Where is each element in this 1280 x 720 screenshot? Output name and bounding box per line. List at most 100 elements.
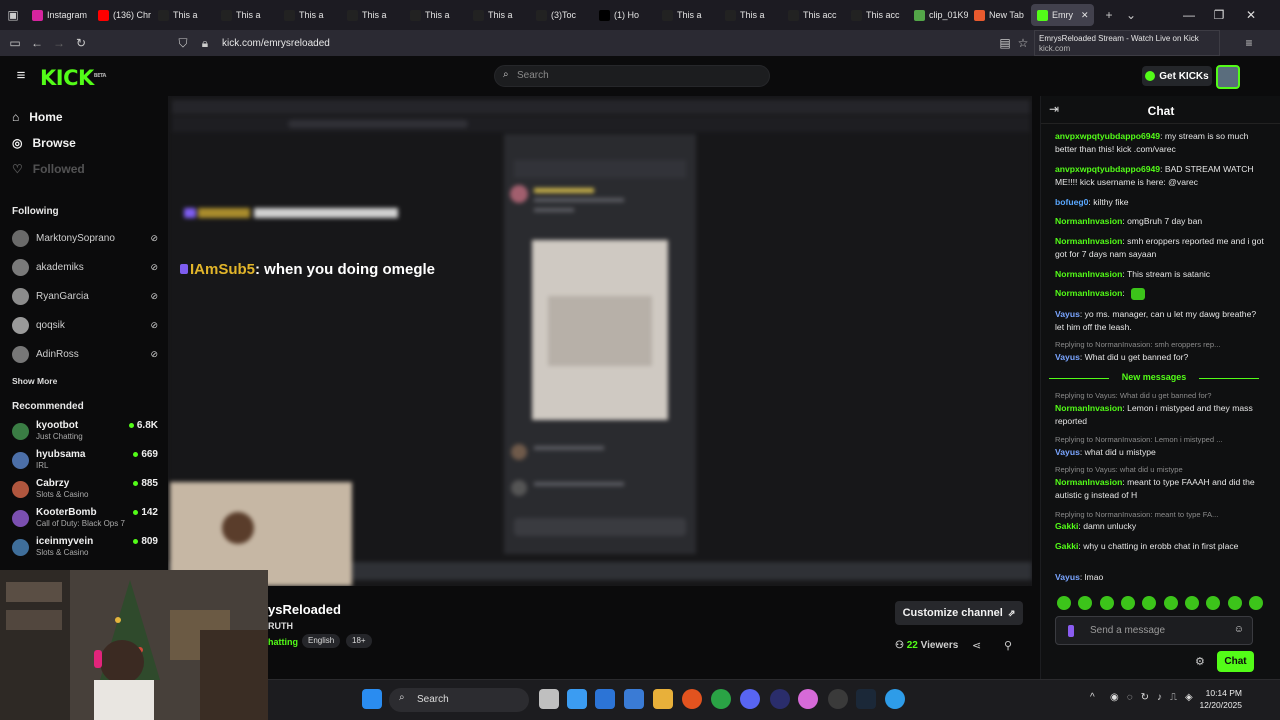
- browser-tab[interactable]: (136) Chr: [92, 0, 152, 30]
- app-icon[interactable]: [624, 689, 644, 709]
- maximize-icon[interactable]: ❐: [1204, 0, 1234, 30]
- kick-logo[interactable]: KICKBETA: [40, 66, 106, 90]
- chat-message[interactable]: Vayus: lmao: [1055, 571, 1267, 584]
- send-chat-button[interactable]: Chat: [1217, 651, 1254, 672]
- browser-tab[interactable]: This a: [467, 0, 530, 30]
- browser-tab[interactable]: This a: [215, 0, 278, 30]
- hamburger-menu-icon[interactable]: ≡: [10, 67, 32, 84]
- copilot-icon[interactable]: [567, 689, 587, 709]
- task-view-icon[interactable]: [539, 689, 559, 709]
- browser-tab[interactable]: Emry ✕: [1031, 4, 1094, 26]
- chat-username[interactable]: NormanInvasion: [1055, 216, 1122, 226]
- chat-reply-context[interactable]: Replying to NormanInvasion: Lemon i mist…: [1055, 435, 1267, 444]
- following-channel[interactable]: MarktonySoprano ⊘: [12, 229, 158, 247]
- tray-chevron-icon[interactable]: ^: [1090, 692, 1095, 703]
- chat-username[interactable]: anvpxwpqtyubdappo6949: [1055, 164, 1160, 174]
- chat-message[interactable]: NormanInvasion: omgBruh 7 day ban: [1055, 215, 1267, 228]
- browser-tab[interactable]: (3)Toc: [530, 0, 593, 30]
- chat-settings-icon[interactable]: ⚙: [1195, 655, 1205, 668]
- xbox-icon[interactable]: [711, 689, 731, 709]
- chat-username[interactable]: Vayus: [1055, 447, 1080, 457]
- app-circle-icon[interactable]: [770, 689, 790, 709]
- close-window-icon[interactable]: ✕: [1236, 0, 1266, 30]
- chat-username[interactable]: NormanInvasion: [1055, 477, 1122, 487]
- browser-tab[interactable]: This acc: [782, 0, 845, 30]
- chat-message[interactable]: Vayus: yo ms. manager, can u let my dawg…: [1055, 308, 1267, 333]
- chat-message[interactable]: anvpxwpqtyubdappo6949: my stream is so m…: [1055, 130, 1267, 155]
- browser-tab[interactable]: This a: [278, 0, 341, 30]
- chat-username[interactable]: Vayus: [1055, 309, 1080, 319]
- chat-message[interactable]: bofueg0: kilthy fike: [1055, 196, 1267, 209]
- chat-username[interactable]: NormanInvasion: [1055, 288, 1122, 298]
- chat-username[interactable]: NormanInvasion: [1055, 269, 1122, 279]
- back-icon[interactable]: ←: [26, 36, 48, 50]
- reload-icon[interactable]: ↻: [70, 36, 92, 50]
- nav-home[interactable]: ⌂ Home: [12, 110, 63, 124]
- browser-tab[interactable]: New Tab: [968, 0, 1031, 30]
- chat-reply-context[interactable]: Replying to Vayus: What did u get banned…: [1055, 391, 1267, 400]
- browser-tab[interactable]: This a: [719, 0, 782, 30]
- chat-message-input[interactable]: Send a message ☺: [1055, 616, 1253, 645]
- chat-reply-context[interactable]: Replying to Vayus: what did u mistype: [1055, 465, 1267, 474]
- emote-icon[interactable]: [1099, 596, 1114, 610]
- nav-followed[interactable]: ♡ Followed: [12, 162, 85, 176]
- new-tab-icon[interactable]: +: [1098, 8, 1120, 22]
- sidebar-toggle-icon[interactable]: ▭: [4, 36, 26, 50]
- chat-reply-context[interactable]: Replying to NormanInvasion: smh eroppers…: [1055, 340, 1267, 349]
- emote-icon[interactable]: [1142, 596, 1157, 610]
- new-messages-divider[interactable]: New messages: [1049, 372, 1259, 384]
- file-explorer-icon[interactable]: [653, 689, 673, 709]
- taskbar-clock[interactable]: 10:14 PM 12/20/2025: [1188, 687, 1242, 711]
- emote-icon[interactable]: [1206, 596, 1221, 610]
- emote-icon[interactable]: [1057, 596, 1071, 610]
- bookmark-star-icon[interactable]: ☆: [1012, 36, 1034, 50]
- obs-icon[interactable]: [828, 689, 848, 709]
- emote-icon[interactable]: [1227, 596, 1242, 610]
- following-channel[interactable]: qoqsik ⊘: [12, 316, 158, 334]
- chat-message[interactable]: NormanInvasion: This stream is satanic: [1055, 268, 1267, 281]
- user-avatar[interactable]: [1216, 65, 1240, 89]
- channel-name[interactable]: ysReloaded: [268, 602, 341, 617]
- tab-list-icon[interactable]: ▣: [0, 8, 26, 22]
- recommended-channel[interactable]: hyubsama IRL 669: [12, 449, 158, 473]
- recommended-channel[interactable]: kyootbot Just Chatting 6.8K: [12, 420, 158, 444]
- emote-icon[interactable]: [1248, 596, 1263, 610]
- emote-icon[interactable]: [1163, 596, 1178, 610]
- windows-start-icon[interactable]: [362, 689, 382, 709]
- chat-username[interactable]: Vayus: [1055, 352, 1080, 362]
- tag-english[interactable]: English: [302, 634, 341, 648]
- tab-overflow-icon[interactable]: ⌄: [1120, 8, 1142, 22]
- firefox-icon[interactable]: [682, 689, 702, 709]
- discord-icon[interactable]: [740, 689, 760, 709]
- store-icon[interactable]: [595, 689, 615, 709]
- emote-icon[interactable]: [1078, 596, 1093, 610]
- url-field[interactable]: kick.com/emrysreloaded: [222, 38, 330, 49]
- chat-message[interactable]: NormanInvasion: Lemon i mistyped and the…: [1055, 402, 1267, 427]
- chat-username[interactable]: anvpxwpqtyubdappo6949: [1055, 131, 1160, 141]
- emote-icon[interactable]: [1120, 596, 1135, 610]
- chat-message[interactable]: NormanInvasion: smh eroppers reported me…: [1055, 235, 1267, 260]
- chat-message[interactable]: Gakki: why u chatting in erobb chat in f…: [1055, 540, 1267, 553]
- video-player[interactable]: IAmSub5: when you doing omegle: [168, 96, 1032, 586]
- shield-icon[interactable]: ⛉: [172, 36, 194, 51]
- chat-message[interactable]: Vayus: what did u mistype: [1055, 446, 1267, 459]
- chat-username[interactable]: Vayus: [1055, 572, 1080, 582]
- emote-icon[interactable]: [1184, 596, 1199, 610]
- chat-message[interactable]: Vayus: What did u get banned for?: [1055, 351, 1267, 364]
- browser-tab[interactable]: This a: [656, 0, 719, 30]
- customize-channel-button[interactable]: Customize channel ⇗: [895, 601, 1023, 625]
- browser-tab[interactable]: This a: [404, 0, 467, 30]
- chat-username[interactable]: bofueg0: [1055, 197, 1088, 207]
- recommended-channel[interactable]: iceinmyvein Slots & Casino 809: [12, 536, 158, 560]
- taskbar-search[interactable]: ⌕ Search: [389, 688, 529, 712]
- chat-reply-context[interactable]: Replying to NormanInvasion: meant to typ…: [1055, 510, 1267, 519]
- chat-username[interactable]: NormanInvasion: [1055, 403, 1122, 413]
- minimize-icon[interactable]: —: [1174, 0, 1204, 30]
- browser-tab[interactable]: This acc: [845, 0, 908, 30]
- paint-icon[interactable]: [798, 689, 818, 709]
- chat-message[interactable]: NormanInvasion: meant to type FAAAH and …: [1055, 476, 1267, 501]
- chat-username[interactable]: NormanInvasion: [1055, 236, 1122, 246]
- share-icon[interactable]: ⋖: [972, 639, 981, 652]
- chat-message[interactable]: NormanInvasion:: [1055, 287, 1267, 300]
- browser-tab[interactable]: (1) Ho: [593, 0, 656, 30]
